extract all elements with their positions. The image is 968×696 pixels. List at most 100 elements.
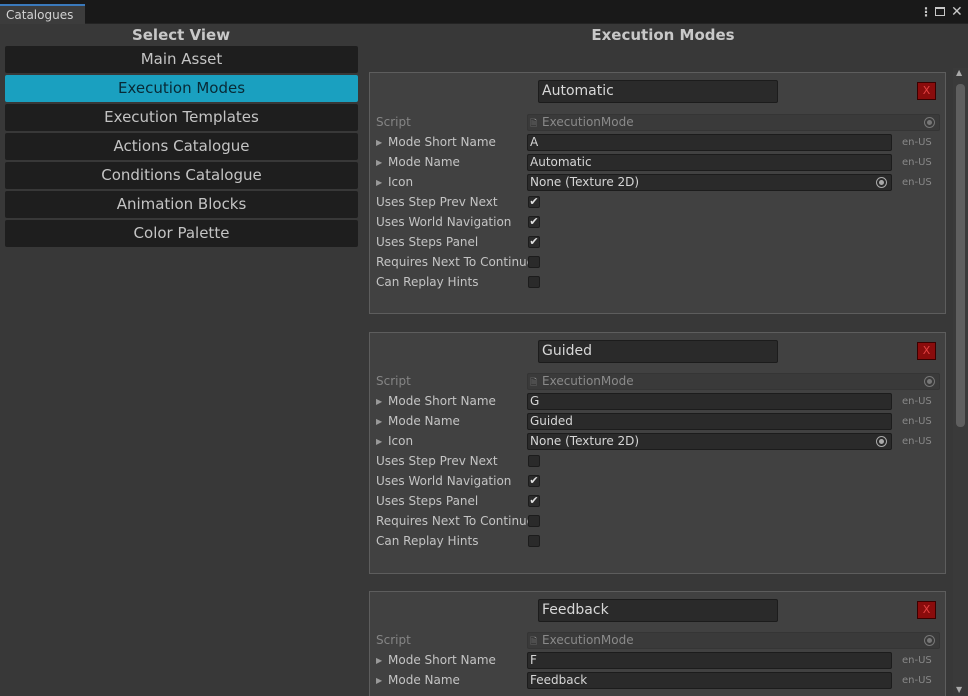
requires-next-checkbox[interactable] [528,256,540,268]
foldout-arrow-icon[interactable]: ▶ [376,433,388,451]
nav-actions-catalogue[interactable]: Actions Catalogue [5,133,358,160]
execution-modes-heading: Execution Modes [591,26,735,44]
mode-name-label[interactable]: ▶ Mode Name [376,153,460,171]
nav-color-palette[interactable]: Color Palette [5,220,358,247]
icon-label[interactable]: ▶ Icon [376,173,413,191]
short-name-field[interactable]: G [527,393,892,410]
foldout-arrow-icon[interactable]: ▶ [376,134,388,152]
script-file-icon: 🗎 [530,119,538,129]
script-value: ExecutionMode [542,115,634,129]
steps-panel-checkbox[interactable]: ✔ [528,495,540,507]
requires-next-label: Requires Next To Continue [376,255,535,269]
object-picker-icon[interactable] [924,376,935,387]
select-view-heading: Select View [131,26,231,44]
world-nav-checkbox[interactable]: ✔ [528,216,540,228]
script-field[interactable]: 🗎 ExecutionMode [527,632,940,649]
foldout-arrow-icon[interactable]: ▶ [376,393,388,411]
foldout-arrow-icon[interactable]: ▶ [376,154,388,172]
mode-name-field[interactable]: Feedback [527,672,892,689]
foldout-arrow-icon[interactable]: ▶ [376,672,388,690]
script-field[interactable]: 🗎 ExecutionMode [527,114,940,131]
locale-tag: en-US [902,416,932,427]
nav-main-asset[interactable]: Main Asset [5,46,358,73]
nav-label: Conditions Catalogue [101,166,262,184]
short-name-label[interactable]: ▶ Mode Short Name [376,651,496,669]
mode-card-guided: Guided X Script 🗎 ExecutionMode ▶ Mode Sho… [369,332,946,574]
scroll-down-arrow-icon[interactable]: ▼ [956,685,962,694]
short-name-label[interactable]: ▶ Mode Short Name [376,133,496,151]
close-icon[interactable]: ✕ [951,4,963,20]
icon-object-field[interactable]: None (Texture 2D) [527,433,892,450]
object-picker-icon[interactable] [876,177,887,188]
mode-name-field[interactable]: Automatic [527,154,892,171]
vertical-scrollbar[interactable]: ▲ ▼ [953,68,968,696]
script-file-icon: 🗎 [530,637,538,647]
script-value: ExecutionMode [542,633,634,647]
world-nav-label: Uses World Navigation [376,215,512,229]
foldout-arrow-icon[interactable]: ▶ [376,652,388,670]
window-tab-bar: Catalogues ⋮ ✕ [0,0,968,24]
script-label: Script [376,633,411,647]
tab-catalogues[interactable]: Catalogues [0,4,85,24]
locale-tag: en-US [902,157,932,168]
script-value: ExecutionMode [542,374,634,388]
mode-name-header-field[interactable]: Feedback [538,599,778,622]
delete-mode-button[interactable]: X [917,82,936,100]
locale-tag: en-US [902,655,932,666]
scrollbar-thumb[interactable] [956,84,965,427]
steps-panel-checkbox[interactable]: ✔ [528,236,540,248]
mode-name-label[interactable]: ▶ Mode Name [376,412,460,430]
step-prev-next-label: Uses Step Prev Next [376,454,498,468]
nav-label: Main Asset [140,50,223,68]
nav-execution-templates[interactable]: Execution Templates [5,104,358,131]
script-field[interactable]: 🗎 ExecutionMode [527,373,940,390]
mode-name-label[interactable]: ▶ Mode Name [376,671,460,689]
short-name-label[interactable]: ▶ Mode Short Name [376,392,496,410]
object-picker-icon[interactable] [924,117,935,128]
nav-conditions-catalogue[interactable]: Conditions Catalogue [5,162,358,189]
locale-tag: en-US [902,436,932,447]
mode-card-automatic: Automatic X Script 🗎 ExecutionMode ▶ Mode … [369,72,946,314]
replay-hints-checkbox[interactable] [528,535,540,547]
replay-hints-label: Can Replay Hints [376,275,479,289]
object-picker-icon[interactable] [924,635,935,646]
nav-label: Actions Catalogue [113,137,250,155]
icon-label[interactable]: ▶ Icon [376,432,413,450]
object-picker-icon[interactable] [876,436,887,447]
icon-value: None (Texture 2D) [530,175,640,189]
world-nav-checkbox[interactable]: ✔ [528,475,540,487]
mode-name-header-field[interactable]: Guided [538,340,778,363]
step-prev-next-checkbox[interactable]: ✔ [528,196,540,208]
replay-hints-checkbox[interactable] [528,276,540,288]
nav-animation-blocks[interactable]: Animation Blocks [5,191,358,218]
mode-name-field[interactable]: Guided [527,413,892,430]
steps-panel-label: Uses Steps Panel [376,494,479,508]
nav-label: Execution Templates [104,108,259,126]
script-label: Script [376,115,411,129]
delete-mode-button[interactable]: X [917,601,936,619]
nav-label: Color Palette [133,224,230,242]
locale-tag: en-US [902,675,932,686]
world-nav-label: Uses World Navigation [376,474,512,488]
delete-mode-button[interactable]: X [917,342,936,360]
foldout-arrow-icon[interactable]: ▶ [376,413,388,431]
foldout-arrow-icon[interactable]: ▶ [376,174,388,192]
nav-execution-modes[interactable]: Execution Modes [5,75,358,102]
icon-value: None (Texture 2D) [530,434,640,448]
locale-tag: en-US [902,396,932,407]
locale-tag: en-US [902,137,932,148]
short-name-field[interactable]: A [527,134,892,151]
requires-next-label: Requires Next To Continue [376,514,535,528]
scroll-up-arrow-icon[interactable]: ▲ [956,68,962,77]
view-selector-panel: Select View Main Asset Execution Modes E… [0,24,362,696]
locale-tag: en-US [902,177,932,188]
step-prev-next-checkbox[interactable] [528,455,540,467]
icon-object-field[interactable]: None (Texture 2D) [527,174,892,191]
requires-next-checkbox[interactable] [528,515,540,527]
maximize-icon[interactable] [935,7,945,16]
kebab-menu-icon[interactable]: ⋮ [920,4,932,20]
short-name-field[interactable]: F [527,652,892,669]
mode-name-header-field[interactable]: Automatic [538,80,778,103]
replay-hints-label: Can Replay Hints [376,534,479,548]
script-file-icon: 🗎 [530,378,538,388]
